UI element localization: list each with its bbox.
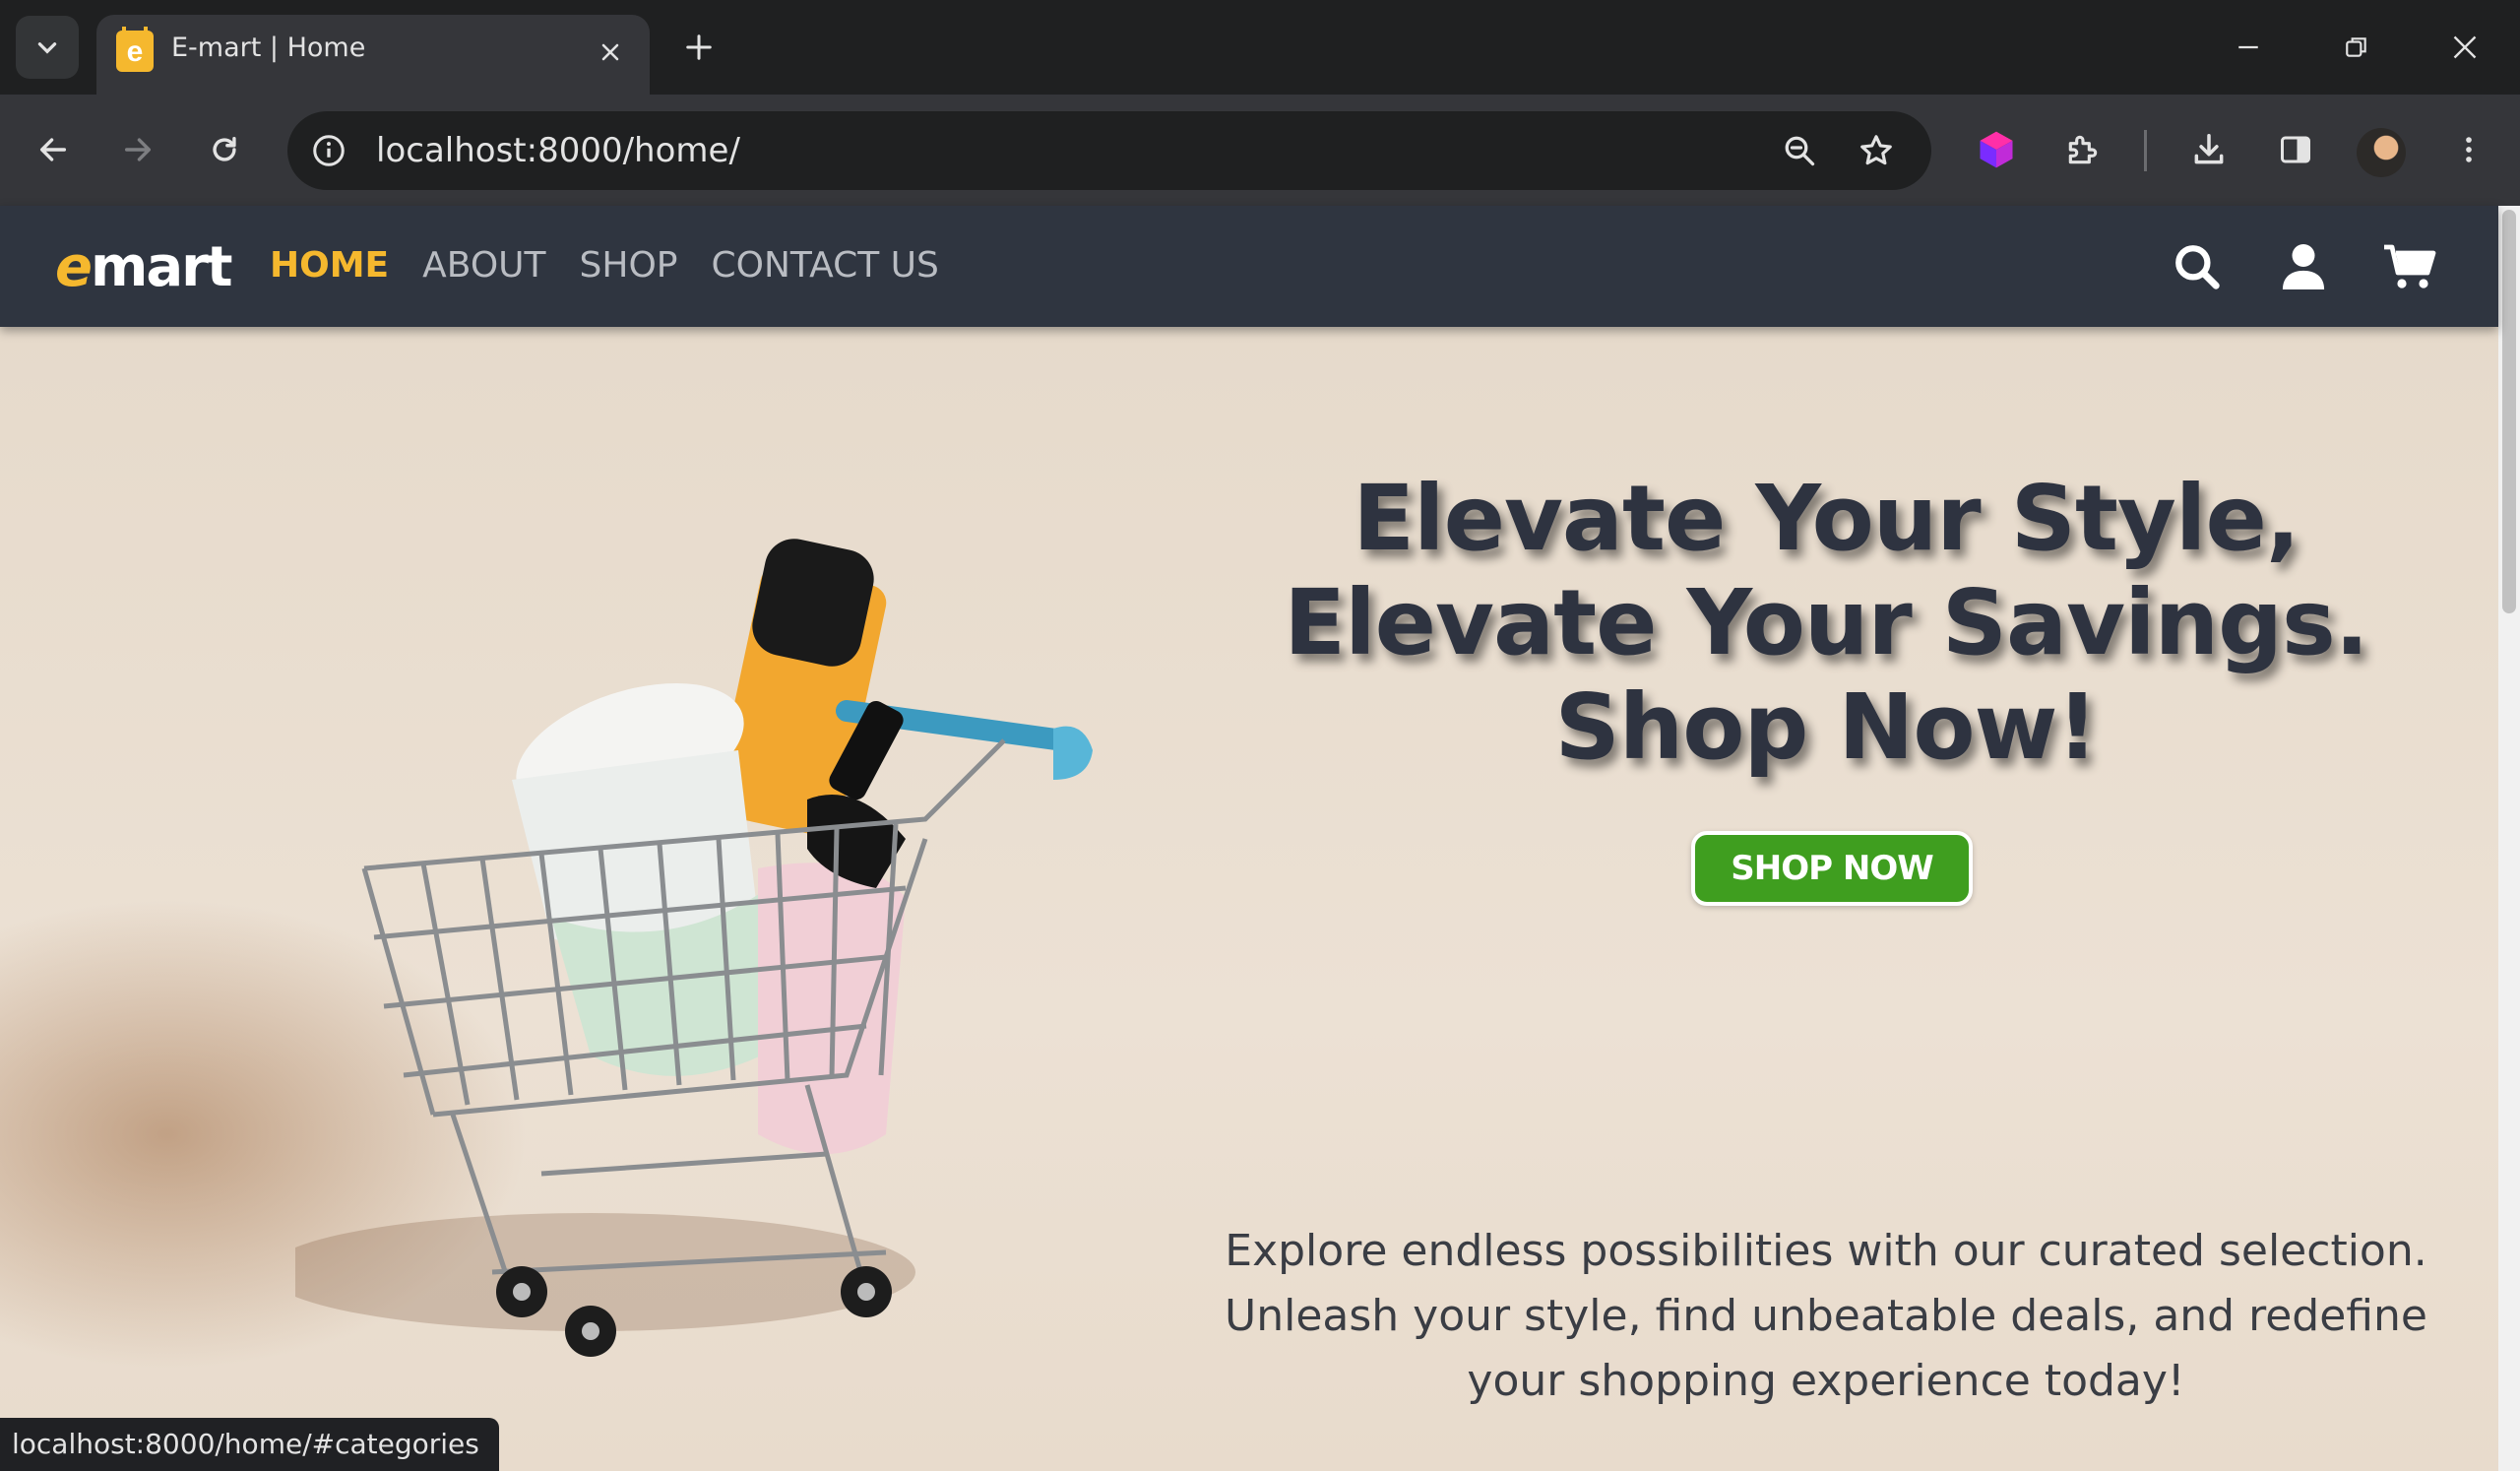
account-button[interactable] <box>2276 239 2331 294</box>
window-close-button[interactable] <box>2435 18 2494 77</box>
forward-button[interactable] <box>108 120 167 179</box>
shop-now-button[interactable]: SHOP NOW <box>1691 831 1973 906</box>
puzzle-icon <box>2068 135 2098 164</box>
new-tab-button[interactable] <box>675 24 723 71</box>
browser-toolbar: localhost:8000/home/ <box>0 95 2520 206</box>
nav-link-contact-us[interactable]: CONTACT US <box>712 245 939 286</box>
extension-cube-icon[interactable] <box>1975 128 2018 171</box>
emart-favicon-icon: e <box>116 27 154 72</box>
logo-text: mart <box>90 235 233 299</box>
zoom-button[interactable] <box>1776 127 1823 174</box>
bookmark-button[interactable] <box>1853 127 1900 174</box>
hero-description: Explore endless possibilities with our c… <box>1225 1226 2427 1406</box>
browser-tab-bar: e E-mart | Home <box>0 0 2520 95</box>
cart-icon <box>2384 244 2436 288</box>
scrollbar-thumb[interactable] <box>2502 210 2516 613</box>
downloads-button[interactable] <box>2179 120 2238 179</box>
minimize-icon <box>2238 45 2258 49</box>
page-scrollbar[interactable] <box>2498 206 2520 1471</box>
search-icon <box>2175 245 2220 289</box>
url-text[interactable]: localhost:8000/home/ <box>376 131 740 170</box>
tab-search-button[interactable] <box>16 16 79 79</box>
tab-close-button[interactable] <box>589 31 632 74</box>
arrow-right-icon <box>124 138 152 161</box>
more-vertical-icon <box>2466 137 2472 162</box>
shopping-cart-with-cosmetics-image <box>295 539 1093 1357</box>
link-status-bubble: localhost:8000/home/#categories <box>0 1418 499 1471</box>
close-icon <box>601 43 619 61</box>
toolbar-divider <box>2144 130 2147 171</box>
chevron-down-icon <box>37 42 57 54</box>
arrow-left-icon <box>39 138 67 161</box>
browser-menu-button[interactable] <box>2439 120 2498 179</box>
hero-title: Elevate Your Style, Elevate Your Savings… <box>1284 465 2368 780</box>
side-panel-button[interactable] <box>2266 120 2325 179</box>
reload-icon <box>213 136 236 161</box>
side-panel-icon <box>2281 136 2310 163</box>
extensions-button[interactable] <box>2053 120 2112 179</box>
emart-logo[interactable]: emart <box>55 235 233 299</box>
info-icon <box>313 135 345 166</box>
site-navbar: emart HOME ABOUT SHOP CONTACT US <box>0 206 2498 327</box>
logo-accent: e <box>55 235 93 299</box>
site-search-button[interactable] <box>2170 239 2225 294</box>
star-icon <box>1860 135 1892 165</box>
nav-link-shop[interactable]: SHOP <box>580 245 678 286</box>
cart-button[interactable] <box>2382 239 2437 294</box>
restore-button[interactable] <box>2327 18 2386 77</box>
user-icon <box>2282 244 2325 289</box>
address-bar[interactable]: localhost:8000/home/ <box>287 111 1931 190</box>
download-icon <box>2194 134 2224 164</box>
reload-button[interactable] <box>195 120 254 179</box>
site-info-button[interactable] <box>307 129 350 172</box>
tab-title: E-mart | Home <box>171 32 366 63</box>
nav-link-about[interactable]: ABOUT <box>422 245 545 286</box>
active-tab[interactable]: e E-mart | Home <box>96 15 650 95</box>
back-button[interactable] <box>24 120 83 179</box>
close-icon <box>2453 35 2477 59</box>
profile-avatar[interactable] <box>2357 128 2406 177</box>
plus-icon <box>686 34 712 60</box>
hero-section: Elevate Your Style, Elevate Your Savings… <box>0 327 2498 1471</box>
nav-link-home[interactable]: HOME <box>270 245 389 286</box>
minimize-button[interactable] <box>2219 18 2278 77</box>
main-nav: HOME ABOUT SHOP CONTACT US <box>270 245 939 286</box>
restore-icon <box>2346 37 2366 57</box>
zoom-out-icon <box>1785 136 1815 166</box>
